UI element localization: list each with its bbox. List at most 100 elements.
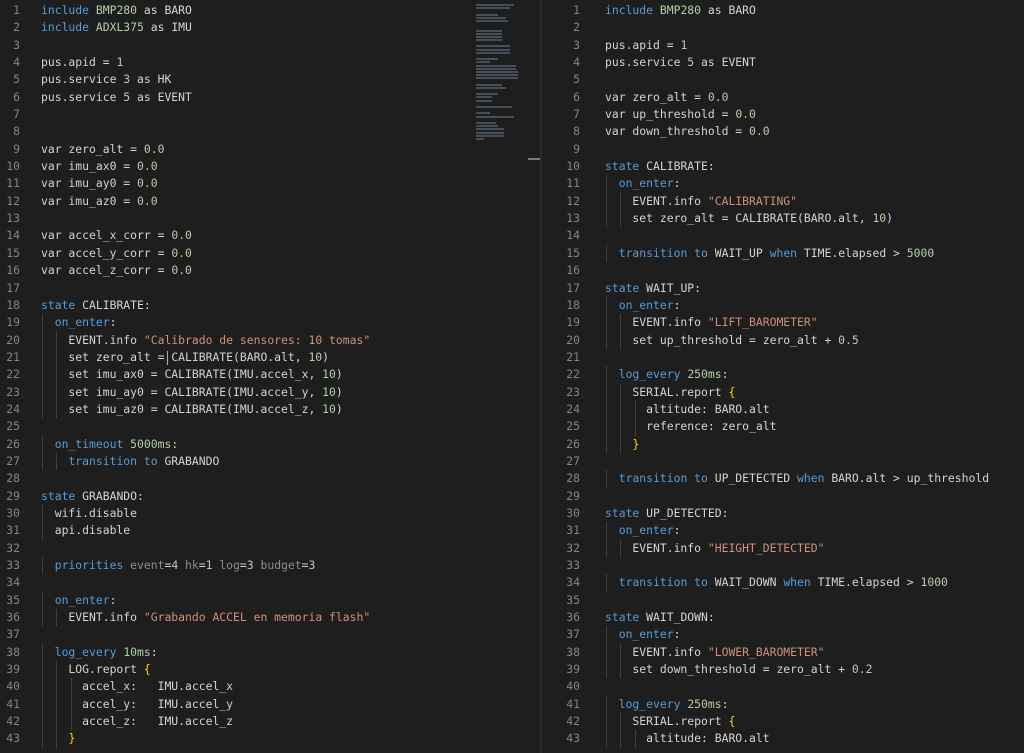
- code-line[interactable]: 17: [0, 280, 540, 297]
- code-line[interactable]: 29: [542, 488, 1024, 505]
- code-line[interactable]: 40 accel_x: IMU.accel_x: [0, 678, 540, 696]
- code-line[interactable]: 23 set imu_ay0 = CALIBRATE(IMU.accel_y, …: [0, 383, 540, 401]
- minimap-line: [476, 4, 514, 6]
- code-line[interactable]: 9 var zero_alt = 0.0: [0, 141, 540, 158]
- code-line[interactable]: 38 EVENT.info "LOWER_BAROMETER": [542, 643, 1024, 662]
- code-line[interactable]: 5 pus.service 3 as HK: [0, 71, 540, 88]
- code-line[interactable]: 33 priorities event=4 hk=1 log=3 budget=…: [0, 557, 540, 575]
- code-line[interactable]: 28: [0, 470, 540, 487]
- code-line[interactable]: 25 reference: zero_alt: [542, 418, 1024, 436]
- code-line[interactable]: 10 state CALIBRATE:: [542, 158, 1024, 175]
- code-line[interactable]: 16 var accel_z_corr = 0.0: [0, 262, 540, 279]
- code-text: accel_x: IMU.accel_x: [41, 679, 234, 694]
- code-line[interactable]: 9: [542, 141, 1024, 158]
- code-line[interactable]: 21 set zero_alt = CALIBRATE(BARO.alt, 10…: [0, 348, 540, 367]
- code-line[interactable]: 30 state UP_DETECTED:: [542, 505, 1024, 522]
- code-line[interactable]: 34 transition to WAIT_DOWN when TIME.ela…: [542, 574, 1024, 592]
- code-area-left[interactable]: 1 include BMP280 as BARO 2 include ADXL375 …: [0, 2, 540, 748]
- code-line[interactable]: 5: [542, 71, 1024, 88]
- editor-pane-left[interactable]: 1 include BMP280 as BARO 2 include ADXL375 …: [0, 0, 540, 753]
- minimap[interactable]: [476, 4, 520, 140]
- code-area-right[interactable]: 1 include BMP280 as BARO 2 3 pus.apid = 1 4 pu…: [542, 2, 1024, 748]
- editor-pane-right[interactable]: 1 include BMP280 as BARO 2 3 pus.apid = 1 4 pu…: [542, 0, 1024, 753]
- line-number: 6: [13, 89, 20, 104]
- code-line[interactable]: 20 EVENT.info "Calibrado de sensores: 10…: [0, 331, 540, 349]
- code-line[interactable]: 11 on_enter:: [542, 175, 1024, 193]
- code-line[interactable]: 19 EVENT.info "LIFT_BAROMETER": [542, 314, 1024, 332]
- code-line[interactable]: 26 on_timeout 5000ms:: [0, 435, 540, 453]
- code-line[interactable]: 8 var down_threshold = 0.0: [542, 123, 1024, 140]
- code-line[interactable]: 32: [0, 540, 540, 557]
- code-line[interactable]: 22 log_every 250ms:: [542, 366, 1024, 384]
- code-line[interactable]: 27 transition to GRABANDO: [0, 452, 540, 471]
- code-line[interactable]: 41 accel_y: IMU.accel_y: [0, 695, 540, 714]
- code-line[interactable]: 1 include BMP280 as BARO: [0, 2, 540, 19]
- code-line[interactable]: 12 var imu_az0 = 0.0: [0, 193, 540, 210]
- code-line[interactable]: 24 altitude: BARO.alt: [542, 400, 1024, 419]
- line-number: 2: [13, 20, 20, 35]
- code-line[interactable]: 4 pus.apid = 1: [0, 54, 540, 71]
- code-line[interactable]: 27: [542, 453, 1024, 470]
- code-line[interactable]: 38 log_every 10ms:: [0, 643, 540, 662]
- code-line[interactable]: 7: [0, 106, 540, 123]
- code-line[interactable]: 21: [542, 349, 1024, 366]
- code-line[interactable]: 28 transition to UP_DETECTED when BARO.a…: [542, 470, 1024, 488]
- code-line[interactable]: 33: [542, 557, 1024, 574]
- code-line[interactable]: 18 state CALIBRATE:: [0, 297, 540, 314]
- code-line[interactable]: 40: [542, 678, 1024, 695]
- code-line[interactable]: 18 on_enter:: [542, 296, 1024, 315]
- code-line[interactable]: 7 var up_threshold = 0.0: [542, 106, 1024, 123]
- code-line[interactable]: 23 SERIAL.report {: [542, 383, 1024, 401]
- code-line[interactable]: 14 var accel_x_corr = 0.0: [0, 227, 540, 244]
- code-line[interactable]: 13: [0, 210, 540, 227]
- code-line[interactable]: 1 include BMP280 as BARO: [542, 2, 1024, 19]
- code-line[interactable]: 14: [542, 227, 1024, 244]
- code-line[interactable]: 6 pus.service 5 as EVENT: [0, 89, 540, 106]
- code-line[interactable]: 31 api.disable: [0, 522, 540, 540]
- code-line[interactable]: 37: [0, 626, 540, 643]
- code-text: on_timeout 5000ms:: [54, 436, 179, 451]
- code-line[interactable]: 31 on_enter:: [542, 522, 1024, 540]
- code-line[interactable]: 4 pus.service 5 as EVENT: [542, 54, 1024, 71]
- code-line[interactable]: 11 var imu_ay0 = 0.0: [0, 175, 540, 192]
- scroll-marker[interactable]: [528, 158, 540, 160]
- code-line[interactable]: 2: [542, 19, 1024, 36]
- code-line[interactable]: 25: [0, 418, 540, 435]
- code-line[interactable]: 13 set zero_alt = CALIBRATE(BARO.alt, 10…: [542, 210, 1024, 228]
- code-line[interactable]: 43 }: [0, 730, 540, 748]
- code-line[interactable]: 17 state WAIT_UP:: [542, 280, 1024, 297]
- code-line[interactable]: 3 pus.apid = 1: [542, 37, 1024, 54]
- line-number: 22: [6, 367, 20, 382]
- code-line[interactable]: 29 state GRABANDO:: [0, 488, 540, 505]
- code-line[interactable]: 39 set down_threshold = zero_alt + 0.2: [542, 661, 1024, 679]
- code-line[interactable]: 6 var zero_alt = 0.0: [542, 89, 1024, 106]
- code-line[interactable]: 26 }: [542, 435, 1024, 453]
- code-line[interactable]: 3: [0, 37, 540, 54]
- code-line[interactable]: 15 transition to WAIT_UP when TIME.elaps…: [542, 244, 1024, 263]
- code-line[interactable]: 19 on_enter:: [0, 314, 540, 332]
- code-line[interactable]: 30 wifi.disable: [0, 504, 540, 523]
- code-line[interactable]: 37 on_enter:: [542, 626, 1024, 644]
- code-line[interactable]: 16: [542, 262, 1024, 279]
- code-line[interactable]: 32 EVENT.info "HEIGHT_DETECTED": [542, 539, 1024, 557]
- code-line[interactable]: 8: [0, 123, 540, 140]
- code-line[interactable]: 41 log_every 250ms:: [542, 695, 1024, 714]
- code-line[interactable]: 20 set up_threshold = zero_alt + 0.5: [542, 331, 1024, 349]
- code-line[interactable]: 34: [0, 574, 540, 591]
- code-line[interactable]: 15 var accel_y_corr = 0.0: [0, 245, 540, 262]
- code-line[interactable]: 42 SERIAL.report {: [542, 713, 1024, 731]
- code-line[interactable]: 12 EVENT.info "CALIBRATING": [542, 192, 1024, 211]
- code-line[interactable]: 10 var imu_ax0 = 0.0: [0, 158, 540, 175]
- minimap-line: [476, 58, 498, 61]
- code-line[interactable]: 35 on_enter:: [0, 591, 540, 610]
- code-line[interactable]: 22 set imu_ax0 = CALIBRATE(IMU.accel_x, …: [0, 366, 540, 384]
- code-line[interactable]: 39 LOG.report {: [0, 661, 540, 679]
- code-line[interactable]: 36 EVENT.info "Grabando ACCEL en memoria…: [0, 609, 540, 627]
- code-line[interactable]: 2 include ADXL375 as IMU: [0, 19, 540, 36]
- code-line[interactable]: 35: [542, 592, 1024, 609]
- code-line[interactable]: 42 accel_z: IMU.accel_z: [0, 713, 540, 731]
- code-line[interactable]: 24 set imu_az0 = CALIBRATE(IMU.accel_z, …: [0, 400, 540, 419]
- code-text: var accel_y_corr = 0.0: [41, 245, 192, 260]
- code-line[interactable]: 43 altitude: BARO.alt: [542, 730, 1024, 748]
- code-line[interactable]: 36 state WAIT_DOWN:: [542, 609, 1024, 626]
